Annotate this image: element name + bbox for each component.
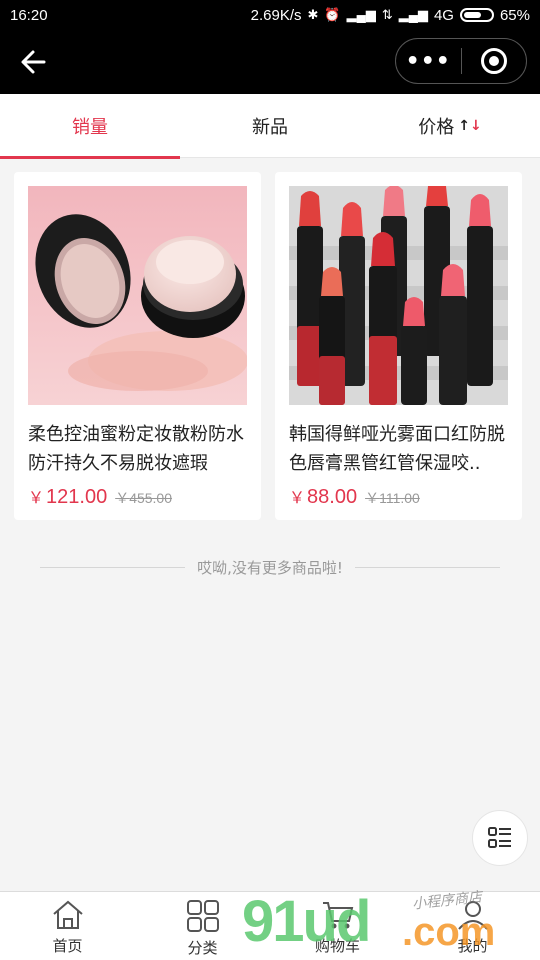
mini-program-capsule: •••	[395, 38, 527, 84]
user-icon	[457, 901, 488, 930]
tab-price[interactable]: 价格 ↑↓	[360, 94, 540, 158]
battery-icon	[459, 8, 494, 22]
original-price: ￥455.00	[115, 490, 173, 506]
more-dots-icon: •••	[405, 48, 451, 74]
tab-price-label: 价格	[418, 117, 455, 138]
status-right: 2.69K/s ✱ ⏰ ▂▄▆ ⇅ ▂▄▆ 4G 65%	[251, 7, 530, 24]
tabbar-item-home[interactable]: 首页	[0, 892, 135, 960]
target-close-icon	[480, 48, 507, 74]
data-transfer-icon: ⇅	[381, 7, 393, 22]
product-image[interactable]	[289, 186, 508, 405]
signal-icon: ▂▄▆	[346, 7, 376, 22]
status-bar: 16:20 2.69K/s ✱ ⏰ ▂▄▆ ⇅ ▂▄▆ 4G 65%	[0, 0, 540, 30]
price-row: ￥ 121.00 ￥455.00	[28, 484, 172, 509]
tabbar-item-category[interactable]: 分类	[135, 892, 270, 960]
bluetooth-icon: ✱	[307, 7, 319, 22]
network-type: 4G	[433, 6, 454, 24]
nav-bar: •••	[0, 30, 540, 94]
alarm-off-icon: ⏰	[324, 7, 341, 22]
product-grid: 柔色控油蜜粉定妆散粉防水防汗持久不易脱妆遮瑕 ￥121.00 ￥455.00	[14, 172, 526, 520]
tab-sales-label: 销量	[72, 117, 108, 138]
bottom-tab-bar: 首页 分类 购物车 我的	[0, 891, 540, 960]
current-price: ￥ 88.00	[289, 486, 358, 508]
tabbar-item-cart[interactable]: 购物车	[270, 892, 405, 960]
product-card[interactable]: 韩国得鲜哑光雾面口红防脱色唇膏黑管红管保湿咬.. ￥ 88.00 ￥111.00	[275, 172, 522, 520]
network-speed: 2.69K/s	[250, 6, 302, 24]
status-time: 16:20	[10, 6, 48, 24]
original-price: ￥111.00	[365, 490, 420, 506]
cart-icon	[322, 902, 353, 929]
tabbar-label-cart: 购物车	[314, 937, 360, 955]
current-price: ￥ 121.00	[28, 486, 108, 508]
more-button[interactable]: •••	[396, 39, 461, 83]
tabbar-item-mine[interactable]: 我的	[405, 892, 540, 960]
arrow-left-icon	[21, 50, 46, 74]
end-of-list-divider: 哎呦,没有更多商品啦!	[40, 556, 501, 578]
tab-sales[interactable]: 销量	[0, 94, 180, 159]
tab-new[interactable]: 新品	[180, 94, 360, 158]
product-title[interactable]: 柔色控油蜜粉定妆散粉防水防汗持久不易脱妆遮瑕	[28, 420, 250, 478]
sort-arrows-icon: ↑↓	[458, 118, 482, 134]
close-mini-program-button[interactable]	[462, 39, 527, 83]
product-image[interactable]	[28, 186, 247, 405]
divider-line-right	[354, 566, 501, 568]
list-view-button[interactable]	[472, 810, 528, 866]
back-button[interactable]	[18, 46, 50, 78]
product-title[interactable]: 韩国得鲜哑光雾面口红防脱色唇膏黑管红管保湿咬..	[289, 420, 511, 478]
signal-icon-2: ▂▄▆	[398, 7, 428, 22]
price-row: ￥ 88.00 ￥111.00	[289, 484, 420, 509]
tabbar-label-category: 分类	[187, 939, 218, 957]
list-icon	[488, 827, 511, 848]
product-card[interactable]: 柔色控油蜜粉定妆散粉防水防汗持久不易脱妆遮瑕 ￥ 121.00 ￥455.00	[14, 172, 261, 520]
divider-line-left	[40, 566, 186, 568]
home-icon	[52, 900, 83, 929]
end-of-list-text: 哎呦,没有更多商品啦!	[197, 558, 343, 577]
tabbar-label-home: 首页	[52, 937, 83, 955]
tabbar-label-mine: 我的	[457, 937, 488, 955]
sort-tabs: 销量 新品 价格 ↑↓	[0, 94, 540, 159]
tab-new-label: 新品	[252, 117, 288, 138]
battery-percent: 65%	[499, 6, 530, 24]
grid-icon	[186, 900, 219, 932]
